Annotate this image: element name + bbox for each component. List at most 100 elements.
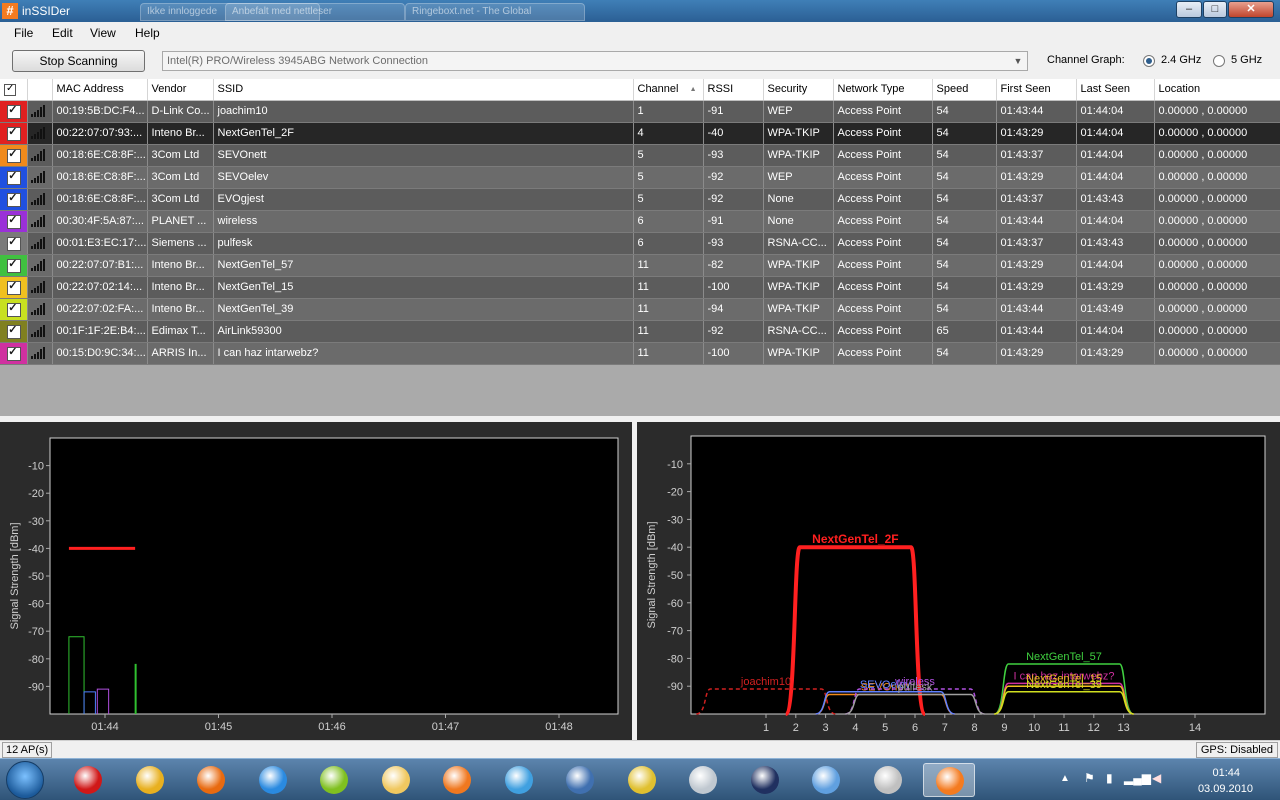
checkbox-icon[interactable]	[3, 299, 23, 319]
menu-help[interactable]: Help	[135, 26, 160, 40]
spotify-icon[interactable]	[308, 763, 360, 797]
menu-view[interactable]: View	[90, 26, 116, 40]
y-tick-label: -90	[667, 681, 683, 693]
opera-icon[interactable]	[62, 763, 114, 797]
checkbox-icon[interactable]	[3, 211, 23, 231]
band-5-radio[interactable]	[1213, 55, 1225, 67]
chevron-down-icon[interactable]: ▼	[1011, 52, 1025, 70]
tray-expand-icon[interactable]: ▲	[1060, 773, 1070, 784]
adapter-select[interactable]: Intel(R) PRO/Wireless 3945ABG Network Co…	[162, 51, 1028, 71]
checkbox-icon[interactable]	[3, 189, 23, 209]
column-header-rssi[interactable]: RSSI	[703, 79, 764, 101]
checkbox-icon[interactable]	[3, 343, 23, 363]
checkbox-icon[interactable]	[3, 101, 23, 121]
table-row[interactable]: 00:18:6E:C8:8F:...3Com LtdEVOgjest5-92No…	[0, 188, 1280, 211]
menu-edit[interactable]: Edit	[52, 26, 73, 40]
column-header-network-type[interactable]: Network Type	[833, 79, 933, 101]
column-header-first-seen[interactable]: First Seen	[996, 79, 1077, 101]
row-color-checkbox[interactable]	[0, 276, 28, 299]
row-color-checkbox[interactable]	[0, 122, 28, 145]
select-all-checkbox[interactable]	[0, 79, 28, 101]
row-color-checkbox[interactable]	[0, 232, 28, 255]
checkbox-icon[interactable]	[3, 321, 23, 341]
volume-muted-icon[interactable]: ◀	[1152, 771, 1161, 785]
row-color-checkbox[interactable]	[0, 166, 28, 189]
cell-channel: 11	[633, 254, 704, 277]
column-header-location[interactable]: Location	[1154, 79, 1280, 101]
itunes-icon[interactable]	[800, 763, 852, 797]
checkbox-icon[interactable]	[4, 83, 16, 96]
table-row[interactable]: 00:01:E3:EC:17:...Siemens ...pulfesk6-93…	[0, 232, 1280, 255]
ie-icon[interactable]	[247, 763, 299, 797]
table-row[interactable]: 00:19:5B:DC:F4...D-Link Co...joachim101-…	[0, 100, 1280, 123]
row-color-checkbox[interactable]	[0, 188, 28, 211]
keepass-icon[interactable]	[616, 763, 668, 797]
checkbox-icon[interactable]	[3, 255, 23, 275]
row-color-checkbox[interactable]	[0, 342, 28, 365]
spotify-icon-glyph	[320, 766, 348, 794]
table-row[interactable]: 00:22:07:02:14:...Inteno Br...NextGenTel…	[0, 276, 1280, 299]
minimize-button[interactable]: –	[1176, 1, 1202, 18]
sc-icon[interactable]	[862, 763, 914, 797]
wifi-icon[interactable]: ▂▄▆	[1124, 771, 1151, 785]
row-color-checkbox[interactable]	[0, 210, 28, 233]
menu-file[interactable]: File	[14, 26, 33, 40]
column-header-last-seen[interactable]: Last Seen	[1076, 79, 1155, 101]
row-color-checkbox[interactable]	[0, 100, 28, 123]
table-row[interactable]: 00:22:07:07:B1:...Inteno Br...NextGenTel…	[0, 254, 1280, 277]
x-tick-label: 7	[942, 722, 948, 734]
battery-icon[interactable]: ▮	[1106, 771, 1113, 785]
checkbox-icon[interactable]	[3, 167, 23, 187]
stop-scanning-button[interactable]: Stop Scanning	[12, 50, 145, 72]
column-header-channel[interactable]: Channel ▲	[633, 79, 704, 101]
column-header-ssid[interactable]: SSID	[213, 79, 634, 101]
inssider-icon[interactable]	[923, 763, 975, 797]
table-row[interactable]: 00:1F:1F:2E:B4:...Edimax T...AirLink5930…	[0, 320, 1280, 343]
maximize-button[interactable]: □	[1203, 1, 1227, 18]
table-row[interactable]: 00:18:6E:C8:8F:...3Com LtdSEVOnett5-93WP…	[0, 144, 1280, 167]
table-row[interactable]: 00:30:4F:5A:87:...PLANET ...wireless6-91…	[0, 210, 1280, 233]
cell-vendor: Inteno Br...	[147, 254, 214, 277]
checkbox-icon[interactable]	[3, 123, 23, 143]
cell-ssid: NextGenTel_57	[213, 254, 634, 277]
band-24-radio[interactable]	[1143, 55, 1155, 67]
cell-type: Access Point	[833, 144, 933, 167]
start-button[interactable]	[6, 761, 44, 799]
action-center-icon[interactable]: ⚑	[1084, 771, 1095, 785]
calculator-icon[interactable]	[677, 763, 729, 797]
band-5-label[interactable]: 5 GHz	[1231, 54, 1262, 66]
clock-date[interactable]: 03.09.2010	[1198, 783, 1253, 795]
column-header-speed[interactable]: Speed	[932, 79, 997, 101]
firefox-icon[interactable]	[185, 763, 237, 797]
table-row[interactable]: 00:18:6E:C8:8F:...3Com LtdSEVOelev5-92WE…	[0, 166, 1280, 189]
table-row[interactable]: 00:22:07:07:93:...Inteno Br...NextGenTel…	[0, 122, 1280, 145]
checkbox-icon[interactable]	[3, 145, 23, 165]
toolbar: Stop Scanning Intel(R) PRO/Wireless 3945…	[0, 44, 1280, 78]
row-color-checkbox[interactable]	[0, 298, 28, 321]
row-color-checkbox[interactable]	[0, 254, 28, 277]
cell-first: 01:43:29	[996, 276, 1077, 299]
band-24-label[interactable]: 2.4 GHz	[1161, 54, 1201, 66]
series-line	[134, 663, 137, 714]
column-header-signal[interactable]	[27, 79, 53, 101]
cell-vendor: Edimax T...	[147, 320, 214, 343]
column-header-mac-address[interactable]: MAC Address	[52, 79, 148, 101]
messenger-icon[interactable]	[493, 763, 545, 797]
column-header-vendor[interactable]: Vendor	[147, 79, 214, 101]
clock-time[interactable]: 01:44	[1212, 767, 1240, 779]
chrome-icon[interactable]	[124, 763, 176, 797]
column-header-label: MAC Address	[56, 83, 124, 96]
explorer-icon[interactable]	[370, 763, 422, 797]
cell-rssi: -92	[703, 188, 764, 211]
row-color-checkbox[interactable]	[0, 320, 28, 343]
checkbox-icon[interactable]	[3, 277, 23, 297]
table-row[interactable]: 00:22:07:02:FA:...Inteno Br...NextGenTel…	[0, 298, 1280, 321]
outlook-icon[interactable]	[554, 763, 606, 797]
media-player-icon[interactable]	[431, 763, 483, 797]
row-color-checkbox[interactable]	[0, 144, 28, 167]
table-row[interactable]: 00:15:D0:9C:34:...ARRIS In...I can haz i…	[0, 342, 1280, 365]
checkbox-icon[interactable]	[3, 233, 23, 253]
close-button[interactable]: ✕	[1228, 1, 1274, 18]
app-2-icon[interactable]	[739, 763, 791, 797]
column-header-security[interactable]: Security	[763, 79, 834, 101]
